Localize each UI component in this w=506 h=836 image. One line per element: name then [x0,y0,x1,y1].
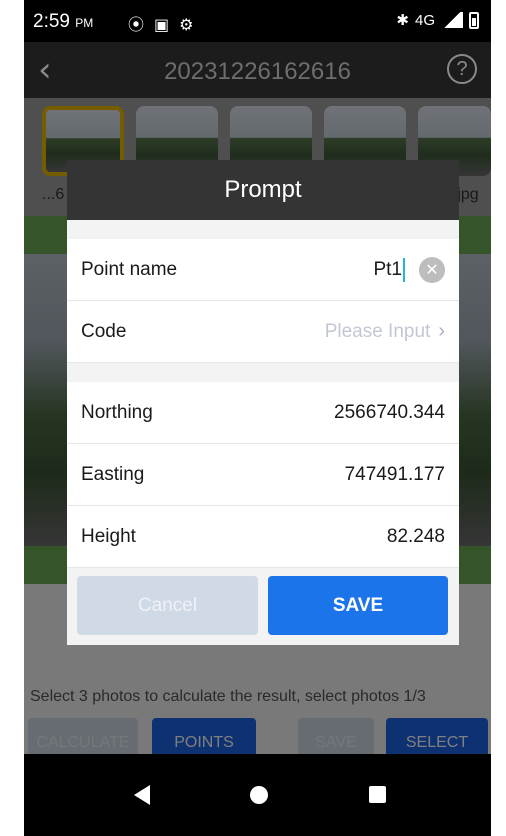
status-time-value: 2:59 [33,11,70,32]
cancel-button[interactable]: Cancel [77,576,258,635]
easting-value: 747491.177 [344,463,445,485]
code-field[interactable]: Please Input › [325,320,445,343]
dialog-actions: Cancel SAVE [67,568,459,645]
height-value: 82.248 [386,525,445,547]
status-icons-right: ✱ 4G [396,11,479,29]
easting-label: Easting [81,463,145,485]
phone-screen: 2:59 PM ⦿▣⚙ ✱ 4G ‹ 20231226162616 ? ...6… [24,0,491,836]
status-bar: 2:59 PM ⦿▣⚙ ✱ 4G [24,0,491,42]
section-gap [67,220,459,239]
point-name-field[interactable]: Pt1 ✕ [373,256,445,283]
code-label: Code [81,320,127,342]
prompt-dialog: Prompt Point name Pt1 ✕ Code Please Inpu… [67,160,459,645]
help-icon[interactable]: ? [447,54,477,84]
chevron-right-icon: › [438,320,445,342]
point-name-label: Point name [81,258,178,280]
record-icon: ⦿ [128,17,155,34]
nav-recents-icon[interactable] [369,786,386,803]
northing-row: Northing 2566740.344 [67,382,459,444]
clear-icon[interactable]: ✕ [419,256,445,283]
easting-row: Easting 747491.177 [67,444,459,506]
status-time: 2:59 PM [33,11,93,33]
network-label: 4G [414,11,435,29]
status-icons-left: ⦿▣⚙ [128,11,203,35]
height-label: Height [81,525,136,547]
northing-label: Northing [81,401,153,423]
navigation-bar [24,754,491,836]
height-row: Height 82.248 [67,506,459,568]
point-name-input[interactable]: Pt1 [373,259,402,280]
code-row[interactable]: Code Please Input › [67,301,459,363]
signal-icon [441,12,463,28]
section-gap [67,363,459,382]
point-name-row[interactable]: Point name Pt1 ✕ [67,239,459,301]
nav-back-icon[interactable] [134,785,150,805]
code-placeholder: Please Input [324,320,431,342]
bluetooth-icon: ✱ [396,12,409,29]
nav-home-icon[interactable] [250,786,268,804]
page-title: 20231226162616 [164,58,351,85]
status-time-ampm: PM [75,16,94,30]
text-caret [403,257,405,282]
settings-icon: ⚙ [179,17,204,34]
dialog-title: Prompt [67,160,459,220]
save-button[interactable]: SAVE [268,576,448,635]
a-icon: ▣ [154,17,180,34]
app-header: ‹ 20231226162616 ? [24,42,491,98]
battery-icon [469,11,479,29]
northing-value: 2566740.344 [334,401,445,423]
